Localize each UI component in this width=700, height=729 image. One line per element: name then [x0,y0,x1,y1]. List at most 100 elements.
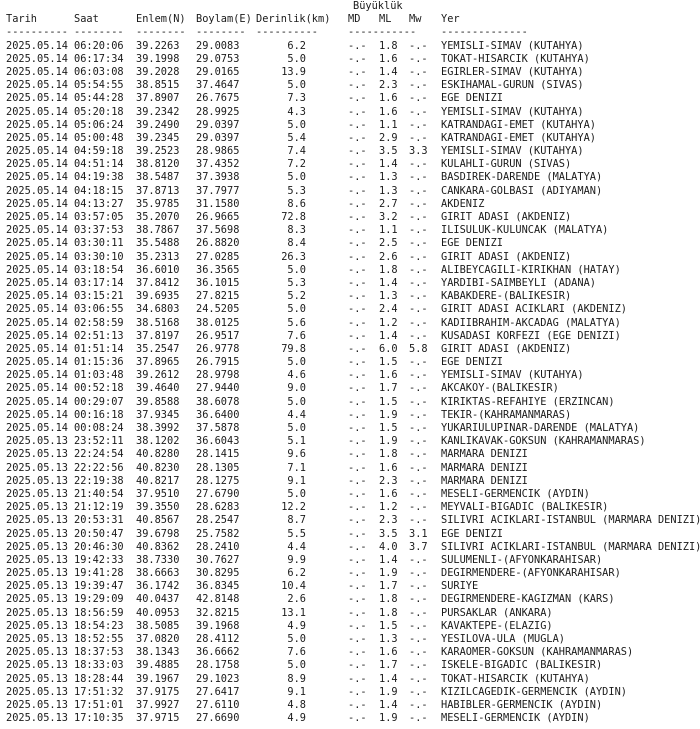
cell-mw: -.- [409,224,428,237]
cell-time: 01:03:48 [74,369,124,382]
cell-lat: 38.7867 [136,224,180,237]
cell-time: 18:28:44 [74,672,124,685]
cell-mw: -.- [409,369,428,382]
cell-mw: -.- [409,553,428,566]
cell-md: -.- [348,52,367,65]
cell-mw: -.- [409,79,428,92]
cell-place: KULAHLI-GURUN (SIVAS) [441,158,572,171]
cell-ml: 1.9 [379,567,398,580]
cell-time: 18:37:53 [74,646,124,659]
cell-lon: 26.7675 [196,92,240,105]
cell-ml: 1.4 [379,276,398,289]
cell-ml: 1.1 [379,224,398,237]
table-row: 2025.05.13 17:51:01 37.9927 27.6110 4.8 -.- 1.… [6,699,700,712]
table-row: 2025.05.14 06:20:06 39.2263 29.0083 6.2 -.- 1.… [6,40,700,53]
cell-date: 2025.05.13 [6,474,68,487]
cell-lat: 39.2523 [136,145,180,158]
cell-time: 06:20:06 [74,39,124,52]
cell-time: 04:51:14 [74,158,124,171]
cell-lat: 37.9175 [136,685,180,698]
cell-time: 05:00:48 [74,131,124,144]
cell-lat: 38.5487 [136,171,180,184]
cell-lon: 36.8345 [196,580,240,593]
cell-place: KARAOMER-GOKSUN (KAHRAMANMARAS) [441,646,634,659]
cell-mw: -.- [409,474,428,487]
cell-date: 2025.05.13 [6,527,68,540]
cell-date: 2025.05.14 [6,369,68,382]
cell-depth: 13.9 [281,65,306,78]
cell-time: 22:22:56 [74,461,124,474]
cell-lat: 39.6798 [136,527,180,540]
cell-place: CANKARA-GOLBASI (ADIYAMAN) [441,184,603,197]
cell-time: 02:51:13 [74,329,124,342]
cell-place: KUSADASI KORFEZI (EGE DENIZI) [441,329,621,342]
cell-lat: 37.9345 [136,408,180,421]
cell-lon: 29.0397 [196,118,240,131]
cell-md: -.- [348,250,367,263]
cell-lat: 35.5488 [136,237,180,250]
table-row: 2025.05.14 00:29:07 39.8588 38.6078 5.0 -.- 1.… [6,396,700,409]
cell-mw: 3.3 [409,145,428,158]
cell-md: -.- [348,184,367,197]
cell-depth: 9.0 [287,382,306,395]
cell-ml: 1.4 [379,672,398,685]
cell-time: 01:15:36 [74,356,124,369]
cell-time: 03:30:10 [74,250,124,263]
cell-time: 04:13:27 [74,197,124,210]
cell-md: -.- [348,276,367,289]
cell-depth: 10.4 [281,580,306,593]
cell-ml: 1.6 [379,461,398,474]
table-row: 2025.05.14 03:18:54 36.6010 36.3565 5.0 -.- 1.… [6,264,700,277]
cell-md: -.- [348,435,367,448]
cell-time: 18:52:55 [74,633,124,645]
cell-ml: 3.5 [379,527,398,540]
cell-time: 23:52:11 [74,435,124,448]
cell-date: 2025.05.14 [6,422,68,434]
cell-lat: 40.8217 [136,474,180,487]
separator-row: ---------- -------- -------- -------- --… [6,26,700,39]
table-row: 2025.05.14 03:06:55 34.6803 24.5205 5.0 -.- 2.… [6,303,700,316]
cell-lat: 37.9510 [136,487,180,500]
cell-depth: 5.0 [287,263,306,276]
col-header-date: Tarih [6,13,37,26]
cell-time: 17:10:35 [74,712,124,725]
cell-lon: 29.0753 [196,52,240,65]
cell-place: GIRIT ADASI (AKDENIZ) [441,250,572,263]
cell-lat: 34.6803 [136,303,180,316]
cell-lon: 24.5205 [196,303,240,316]
cell-md: -.- [348,567,367,580]
cell-place: KATRANDAGI-EMET (KUTAHYA) [441,118,596,131]
cell-lat: 40.8280 [136,448,180,461]
cell-date: 2025.05.13 [6,580,68,593]
cell-date: 2025.05.13 [6,567,68,580]
cell-date: 2025.05.13 [6,461,68,474]
cell-place: YARDIBI-SAIMBEYLI (ADANA) [441,276,596,289]
cell-lon: 27.6690 [196,712,240,725]
col-header-ml: ML [379,13,392,26]
table-row: 2025.05.14 04:51:14 38.8120 37.4352 7.2 -.- 1.… [6,158,700,171]
cell-ml: 2.6 [379,250,398,263]
cell-time: 01:51:14 [74,342,124,355]
cell-ml: 1.8 [379,606,398,619]
cell-lon: 28.2410 [196,540,240,553]
cell-date: 2025.05.13 [6,712,68,725]
cell-depth: 9.9 [287,553,306,566]
cell-mw: -.- [409,316,428,329]
cell-ml: 1.9 [379,712,398,725]
cell-md: -.- [348,303,367,316]
cell-date: 2025.05.14 [6,65,68,78]
cell-md: -.- [348,105,367,118]
cell-mw: -.- [409,435,428,448]
cell-depth: 7.6 [287,329,306,342]
cell-depth: 8.4 [287,237,306,250]
cell-mw: -.- [409,646,428,659]
cell-lat: 40.8567 [136,514,180,527]
table-row: 2025.05.14 00:08:24 38.3992 37.5878 5.0 -.- 1.… [6,422,700,435]
cell-md: -.- [348,408,367,421]
cell-date: 2025.05.13 [6,514,68,527]
cell-md: -.- [348,540,367,553]
cell-date: 2025.05.14 [6,184,68,197]
cell-place: ILISULUK-KULUNCAK (MALATYA) [441,224,609,237]
table-row: 2025.05.13 21:40:54 37.9510 27.6790 5.0 -.- 1.… [6,488,700,501]
col-header-md: MD [348,13,361,26]
